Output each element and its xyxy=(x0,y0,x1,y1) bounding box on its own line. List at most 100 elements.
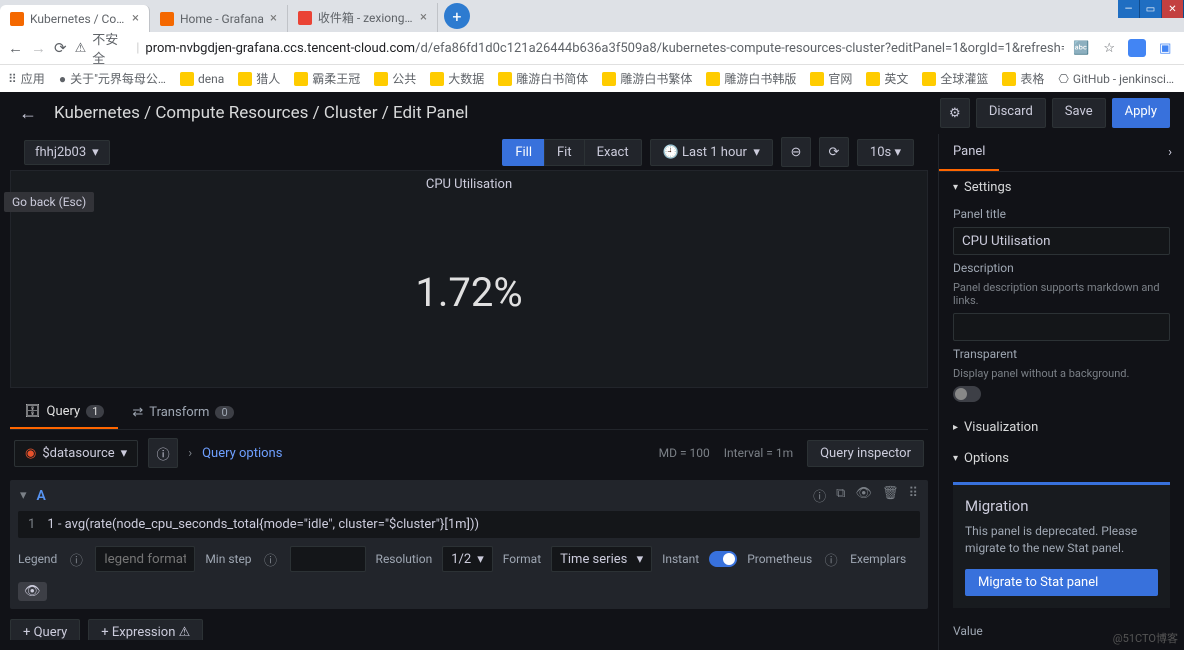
exemplars-label: Exemplars xyxy=(850,552,906,566)
bookmark-item[interactable]: 雕游白书简体 xyxy=(498,70,588,87)
apps-button[interactable]: ⠿ 应用 xyxy=(8,70,45,87)
resolution-select[interactable]: 1/2 ▾ xyxy=(442,546,493,572)
bookmark-item[interactable]: 官网 xyxy=(810,70,852,87)
datasource-picker[interactable]: ◉ $datasource ▾ xyxy=(14,440,138,467)
url-box[interactable]: ⚠ 不安全 | prom-nvbgdjen-grafana.ccs.tencen… xyxy=(75,29,1065,67)
tab-transform[interactable]: ⇄ Transform 0 xyxy=(118,396,247,429)
close-icon[interactable]: × xyxy=(420,10,427,25)
close-icon[interactable]: × xyxy=(270,11,277,26)
star-icon[interactable]: ☆ xyxy=(1100,39,1118,57)
stat-value: 1.72% xyxy=(415,198,522,387)
forward-icon[interactable]: → xyxy=(31,39,46,57)
table-view-select[interactable]: fhhj2b03 ▾ xyxy=(24,140,110,165)
instant-toggle[interactable] xyxy=(709,551,737,567)
legend-input[interactable] xyxy=(95,546,195,572)
migration-title: Migration xyxy=(965,497,1158,515)
bookmark-item[interactable]: 猎人 xyxy=(238,70,280,87)
exact-button[interactable]: Exact xyxy=(584,139,642,166)
close-window-button[interactable]: ✕ xyxy=(1162,0,1184,18)
translate-icon[interactable]: 🔤 xyxy=(1072,39,1090,57)
description-input[interactable] xyxy=(953,313,1170,341)
fit-button[interactable]: Fit xyxy=(544,139,585,166)
time-range-picker[interactable]: 🕘 Last 1 hour ▾ xyxy=(650,139,773,166)
query-header: ◉ $datasource ▾ ⓘ › Query options MD = 1… xyxy=(10,430,928,476)
copy-icon[interactable]: ⧉ xyxy=(836,486,845,505)
visibility-icon[interactable]: 👁 xyxy=(855,486,872,505)
breadcrumb: Kubernetes / Compute Resources / Cluster… xyxy=(54,103,468,123)
instant-label: Instant xyxy=(662,552,699,566)
panel-tab[interactable]: Panel xyxy=(939,134,999,171)
new-tab-button[interactable]: + xyxy=(444,3,470,29)
close-icon[interactable]: × xyxy=(132,11,139,26)
query-expression: 1 - avg(rate(node_cpu_seconds_total{mode… xyxy=(47,517,479,532)
bookmark-item[interactable]: ⎔ GitHub - jenkinsci… xyxy=(1058,72,1174,86)
migration-box: Migration This panel is deprecated. Plea… xyxy=(953,482,1170,608)
ext-icon[interactable]: ▣ xyxy=(1156,39,1174,57)
options-sidebar: Panel › ▾Settings Panel title Descriptio… xyxy=(938,134,1184,650)
apply-button[interactable]: Apply xyxy=(1112,98,1170,128)
query-editor[interactable]: 1 1 - avg(rate(node_cpu_seconds_total{mo… xyxy=(18,511,920,538)
query-options-link[interactable]: Query options xyxy=(202,446,282,461)
panel-title-input[interactable] xyxy=(953,227,1170,255)
bookmark-item[interactable]: 霸柔王冠 xyxy=(294,70,360,87)
bookmark-item[interactable]: dena xyxy=(180,72,224,86)
help-icon[interactable]: ⓘ xyxy=(813,486,826,505)
save-button[interactable]: Save xyxy=(1052,98,1106,128)
exemplars-toggle[interactable]: 👁 xyxy=(18,582,47,601)
add-query-button[interactable]: + Query xyxy=(10,619,80,640)
minimize-button[interactable]: — xyxy=(1118,0,1140,18)
datasource-help-icon[interactable]: ⓘ xyxy=(148,438,178,468)
prometheus-label: Prometheus xyxy=(747,552,812,566)
query-letter: A xyxy=(37,488,46,504)
format-select[interactable]: Time series ▾ xyxy=(551,546,652,572)
go-back-button[interactable]: ← xyxy=(14,99,42,127)
reload-icon[interactable]: ⟳ xyxy=(54,39,67,57)
browser-tab[interactable]: 收件箱 - zexiong.li@dena.jp - × xyxy=(288,3,438,32)
bookmark-item[interactable]: ● 关于"元界每母公… xyxy=(59,70,166,87)
top-bar: ← Kubernetes / Compute Resources / Clust… xyxy=(0,92,1184,134)
query-inspector-button[interactable]: Query inspector xyxy=(807,440,924,467)
bookmark-item[interactable]: 大数据 xyxy=(430,70,484,87)
bookmark-item[interactable]: 雕游白书韩版 xyxy=(706,70,796,87)
bookmarks-bar: ⠿ 应用 ● 关于"元界每母公… dena 猎人 霸柔王冠 公共 大数据 雕游白… xyxy=(0,64,1184,92)
chevron-right-icon: › xyxy=(188,446,192,461)
refresh-interval-picker[interactable]: 10s ▾ xyxy=(857,139,914,166)
browser-tab[interactable]: Kubernetes / Compute Resou × xyxy=(0,5,150,32)
bookmark-item[interactable]: 公共 xyxy=(374,70,416,87)
chevron-down-icon[interactable]: ▾ xyxy=(20,488,27,503)
help-icon[interactable]: ⓘ xyxy=(822,550,840,569)
fill-button[interactable]: Fill xyxy=(502,139,545,166)
help-icon[interactable]: ⓘ xyxy=(262,550,280,569)
bookmark-item[interactable]: 表格 xyxy=(1002,70,1044,87)
migration-desc: This panel is deprecated. Please migrate… xyxy=(965,523,1158,557)
query-tabs: 🗄 Query 1 ⇄ Transform 0 xyxy=(10,396,928,430)
datasource-name: $datasource xyxy=(42,446,114,461)
visualization-section[interactable]: ▸Visualization xyxy=(939,412,1184,443)
refresh-icon[interactable]: ⟳ xyxy=(819,137,849,167)
tab-title: Kubernetes / Compute Resou xyxy=(30,12,126,26)
gmail-icon xyxy=(298,11,312,25)
browser-tab[interactable]: Home - Grafana × xyxy=(150,5,288,32)
add-expression-button[interactable]: + Expression ⚠ xyxy=(88,619,203,640)
minstep-input[interactable] xyxy=(290,546,366,572)
back-icon[interactable]: ← xyxy=(8,39,23,57)
migrate-button[interactable]: Migrate to Stat panel xyxy=(965,569,1158,596)
bookmark-item[interactable]: 雕游白书繁体 xyxy=(602,70,692,87)
options-section[interactable]: ▾Options xyxy=(939,443,1184,474)
trash-icon[interactable]: 🗑 xyxy=(882,486,899,505)
browser-tab-strip: Kubernetes / Compute Resou × Home - Graf… xyxy=(0,0,1184,32)
settings-section[interactable]: ▾Settings xyxy=(939,172,1184,203)
bookmark-item[interactable]: 英文 xyxy=(866,70,908,87)
bookmark-item[interactable]: 全球灌篮 xyxy=(922,70,988,87)
expand-icon[interactable]: › xyxy=(1156,137,1184,168)
discard-button[interactable]: Discard xyxy=(976,98,1046,128)
ext-icon[interactable] xyxy=(1128,39,1146,57)
settings-icon[interactable]: ⚙ xyxy=(940,98,970,128)
transparent-toggle[interactable] xyxy=(953,386,981,402)
insecure-label: 不安全 xyxy=(92,29,130,67)
help-icon[interactable]: ⓘ xyxy=(67,550,85,569)
drag-icon[interactable]: ⠿ xyxy=(908,486,918,505)
maximize-button[interactable]: ▭ xyxy=(1140,0,1162,18)
tab-query[interactable]: 🗄 Query 1 xyxy=(10,396,118,429)
zoom-out-icon[interactable]: ⊖ xyxy=(781,137,811,167)
